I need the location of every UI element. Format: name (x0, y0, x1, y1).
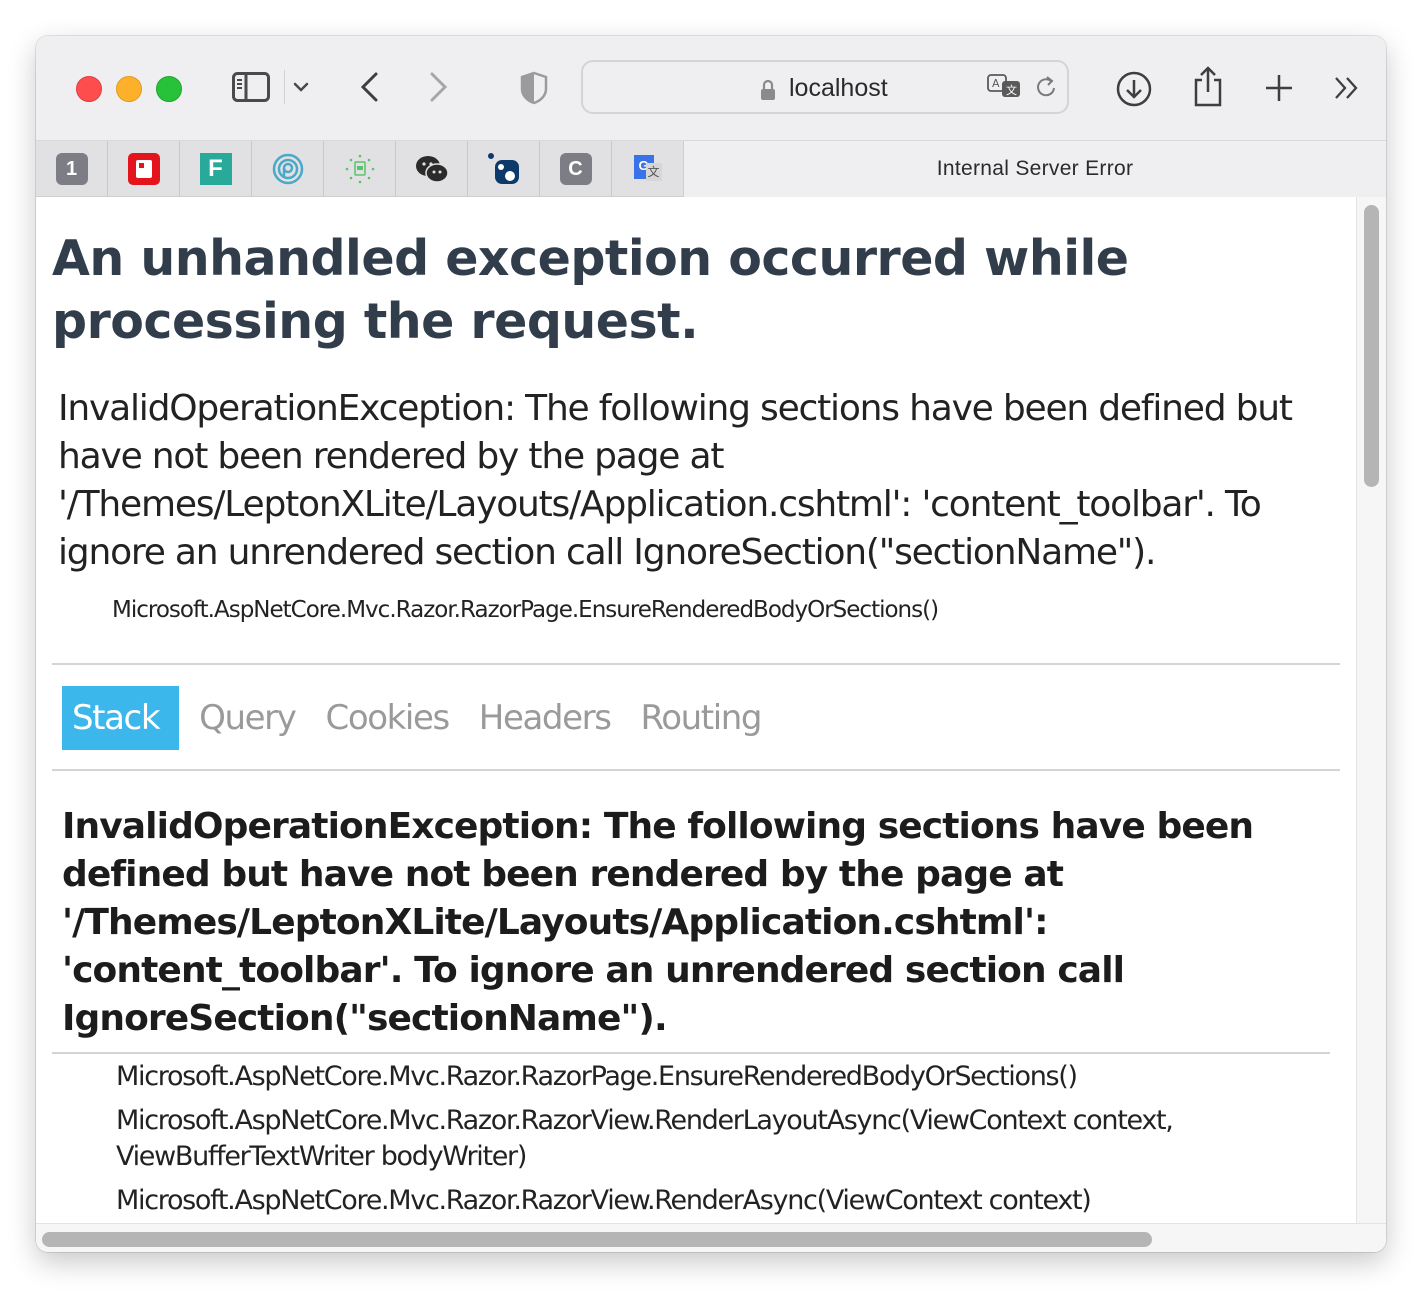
google-translate-icon: G 文 (632, 153, 664, 185)
exception-message: InvalidOperationException: The following… (58, 388, 1293, 573)
stack-exception-title: InvalidOperationException: The following… (62, 806, 1254, 1039)
minimize-window-button[interactable] (116, 76, 142, 102)
horizontal-scroll-thumb[interactable] (42, 1232, 1152, 1247)
pinned-tab-green-app[interactable] (324, 141, 396, 197)
pinned-tab-nuget[interactable] (468, 141, 540, 197)
divider (52, 663, 1340, 665)
active-tab[interactable]: Internal Server Error (683, 141, 1386, 198)
pinned-tab-1password[interactable]: 1 (36, 141, 108, 197)
sidebar-toggle-icon[interactable] (230, 70, 272, 104)
tab-stack[interactable]: Stack (62, 686, 180, 750)
tab-headers[interactable]: Headers (469, 686, 631, 750)
f-app-icon: F (199, 153, 232, 185)
svg-text:A: A (992, 77, 1000, 90)
vertical-scrollbar[interactable] (1356, 197, 1386, 1223)
toolbar-divider (284, 70, 285, 104)
translate-icon[interactable]: A文 (985, 72, 1025, 102)
lock-icon (759, 78, 777, 102)
horizontal-scrollbar[interactable] (36, 1223, 1386, 1252)
back-icon[interactable] (354, 70, 384, 104)
red-app-icon (127, 153, 160, 185)
pinned-tab-wechat[interactable] (396, 141, 468, 197)
tab-cookies[interactable]: Cookies (315, 686, 468, 750)
one-password-icon: 1 (55, 153, 88, 185)
chevron-down-icon[interactable] (292, 78, 310, 96)
tab-bar: 1 F C G 文 Internal Server Error (36, 140, 1386, 198)
c-app-icon: C (559, 153, 592, 185)
exception-location: Microsoft.AspNetCore.Mvc.Razor.RazorPage… (112, 597, 939, 623)
stack-frame[interactable]: Microsoft.AspNetCore.Mvc.Razor.RazorView… (116, 1103, 1316, 1175)
active-tab-title: Internal Server Error (936, 157, 1134, 180)
privacy-shield-icon[interactable] (518, 70, 550, 106)
page-viewport: An unhandled exception occurred while pr… (36, 197, 1356, 1223)
download-icon[interactable] (1115, 70, 1153, 108)
reload-icon[interactable] (1034, 74, 1060, 102)
address-bar[interactable]: localhost A文 (581, 60, 1069, 114)
stack-frames: Microsoft.AspNetCore.Mvc.Razor.RazorPage… (116, 1059, 1316, 1223)
green-dots-icon (345, 154, 374, 184)
forward-icon[interactable] (424, 70, 454, 104)
close-window-button[interactable] (76, 76, 102, 102)
tab-query[interactable]: Query (189, 686, 315, 750)
pinned-tab-c-app[interactable]: C (540, 141, 612, 197)
pinned-tab-red-app[interactable] (108, 141, 180, 197)
stack-frame[interactable]: Microsoft.AspNetCore.Mvc.Razor.RazorPage… (116, 1059, 1316, 1095)
detail-tabs: Stack Query Cookies Headers Routing (62, 686, 781, 750)
nuget-icon (487, 153, 519, 184)
new-tab-icon[interactable] (1263, 72, 1295, 104)
maximize-window-button[interactable] (156, 76, 182, 102)
divider (52, 1052, 1330, 1054)
page-title: An unhandled exception occurred while pr… (52, 230, 1129, 350)
more-chevrons-icon[interactable] (1332, 74, 1362, 102)
divider (52, 769, 1340, 771)
browser-window: localhost A文 1 F C G 文 Internal Server E… (36, 36, 1386, 1252)
browser-toolbar: localhost A文 (36, 36, 1386, 140)
pinned-tab-f-app[interactable]: F (180, 141, 252, 197)
pinned-tab-google-translate[interactable]: G 文 (612, 141, 684, 197)
svg-text:文: 文 (1006, 83, 1017, 97)
fingerprint-icon (272, 153, 303, 185)
vertical-scroll-thumb[interactable] (1364, 205, 1379, 487)
address-text[interactable]: localhost (789, 74, 888, 103)
tab-routing[interactable]: Routing (631, 686, 782, 750)
wechat-icon (415, 156, 449, 183)
share-icon[interactable] (1191, 64, 1225, 108)
pinned-tab-fingerprint-app[interactable] (252, 141, 324, 197)
stack-frame[interactable]: Microsoft.AspNetCore.Mvc.Razor.RazorView… (116, 1183, 1316, 1219)
